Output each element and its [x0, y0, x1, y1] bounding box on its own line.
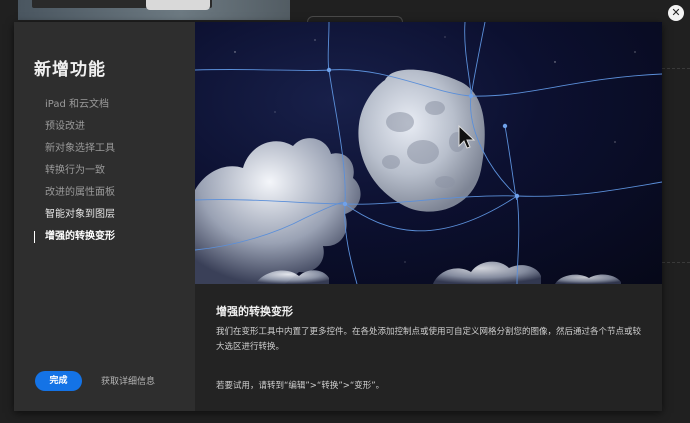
feature-body-text: 我们在变形工具中内置了更多控件。在各处添加控制点或使用可自定义网格分割您的图像，… — [216, 327, 642, 352]
warp-illustration — [195, 22, 662, 284]
close-icon[interactable]: ✕ — [668, 5, 684, 21]
nav-item-enhanced-warp[interactable]: 增强的转换变形 — [34, 226, 184, 248]
nav-item-preset-improvements[interactable]: 预设改进 — [34, 116, 184, 138]
done-button[interactable]: 完成 — [35, 371, 82, 391]
nav-item-ipad-cloud-docs[interactable]: iPad 和云文档 — [34, 94, 184, 116]
background-divider — [662, 262, 690, 263]
feature-hero-image — [195, 22, 662, 284]
learn-more-link[interactable]: 获取详细信息 — [101, 374, 155, 387]
background-divider — [662, 68, 690, 69]
feature-title: 增强的转换变形 — [216, 305, 293, 318]
nav-item-object-selection-tool[interactable]: 新对象选择工具 — [34, 138, 184, 160]
sidebar: 新增功能 iPad 和云文档 预设改进 新对象选择工具 转换行为一致 改进的属性… — [14, 22, 195, 411]
feature-description: 增强的转换变形 我们在变形工具中内置了更多控件。在各处添加控制点或使用可自定义网… — [195, 284, 662, 411]
nav-item-properties-panel[interactable]: 改进的属性面板 — [34, 182, 184, 204]
dialog-title: 新增功能 — [34, 60, 106, 80]
feature-nav: iPad 和云文档 预设改进 新对象选择工具 转换行为一致 改进的属性面板 智能… — [34, 94, 184, 248]
whats-new-dialog: 新增功能 iPad 和云文档 预设改进 新对象选择工具 转换行为一致 改进的属性… — [14, 22, 662, 411]
try-it-text: 若要试用，请转到“编辑”>“转换”>“变形”。 — [216, 381, 385, 391]
nav-item-consistent-transform[interactable]: 转换行为一致 — [34, 160, 184, 182]
nav-item-smart-object-to-layers[interactable]: 智能对象到图层 — [34, 204, 184, 226]
background-button — [146, 0, 210, 10]
background-thumbnail — [18, 0, 290, 20]
